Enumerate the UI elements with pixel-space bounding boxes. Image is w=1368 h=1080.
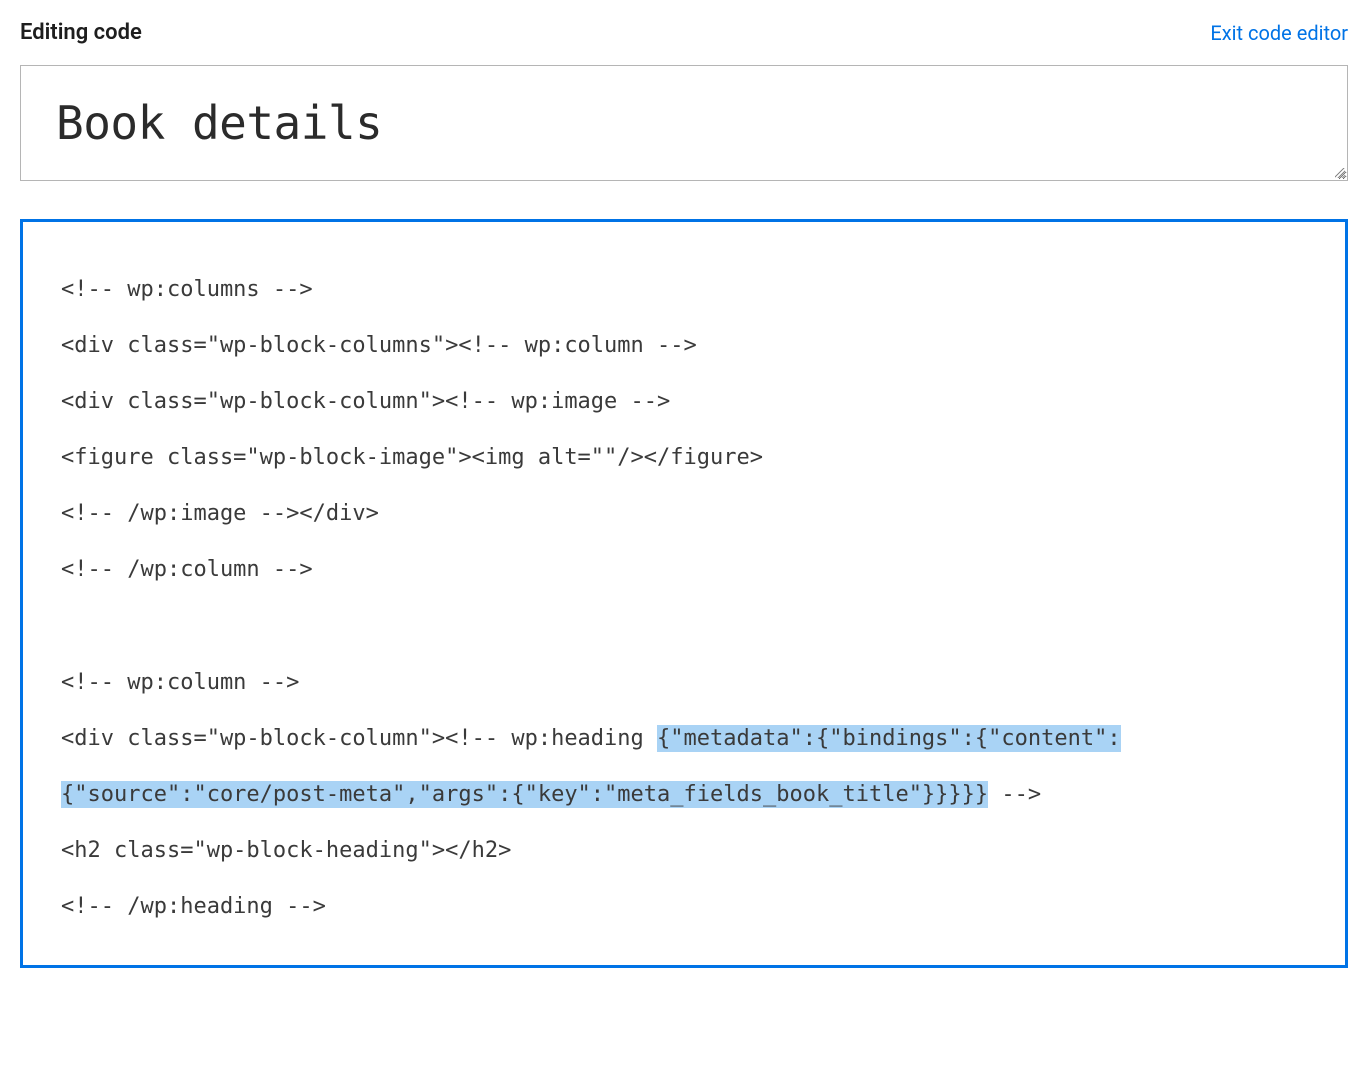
code-line: <!-- /wp:heading --> [61, 894, 326, 919]
code-line: <!-- /wp:image --></div> [61, 501, 379, 526]
code-selection: {"metadata":{"bindings":{"content": [657, 725, 1121, 752]
code-line: <div class="wp-block-columns"><!-- wp:co… [61, 333, 697, 358]
code-selection: {"source":"core/post-meta","args":{"key"… [61, 781, 988, 808]
exit-code-editor-link[interactable]: Exit code editor [1210, 21, 1348, 45]
code-line: <figure class="wp-block-image"><img alt=… [61, 445, 763, 470]
editor-header: Editing code Exit code editor [20, 20, 1348, 45]
code-line: <!-- /wp:column --> [61, 557, 313, 582]
code-editor-textarea[interactable]: <!-- wp:columns --> <div class="wp-block… [20, 219, 1348, 968]
code-line: --> [988, 782, 1041, 807]
editor-mode-label: Editing code [20, 20, 142, 45]
code-line: <h2 class="wp-block-heading"></h2> [61, 838, 511, 863]
code-line: <!-- wp:column --> [61, 670, 299, 695]
code-line: <div class="wp-block-column"><!-- wp:hea… [61, 726, 657, 751]
post-title-field[interactable]: Book details [20, 65, 1348, 181]
code-line: <div class="wp-block-column"><!-- wp:ima… [61, 389, 670, 414]
code-line: <!-- wp:columns --> [61, 277, 313, 302]
post-title-text: Book details [56, 96, 382, 150]
